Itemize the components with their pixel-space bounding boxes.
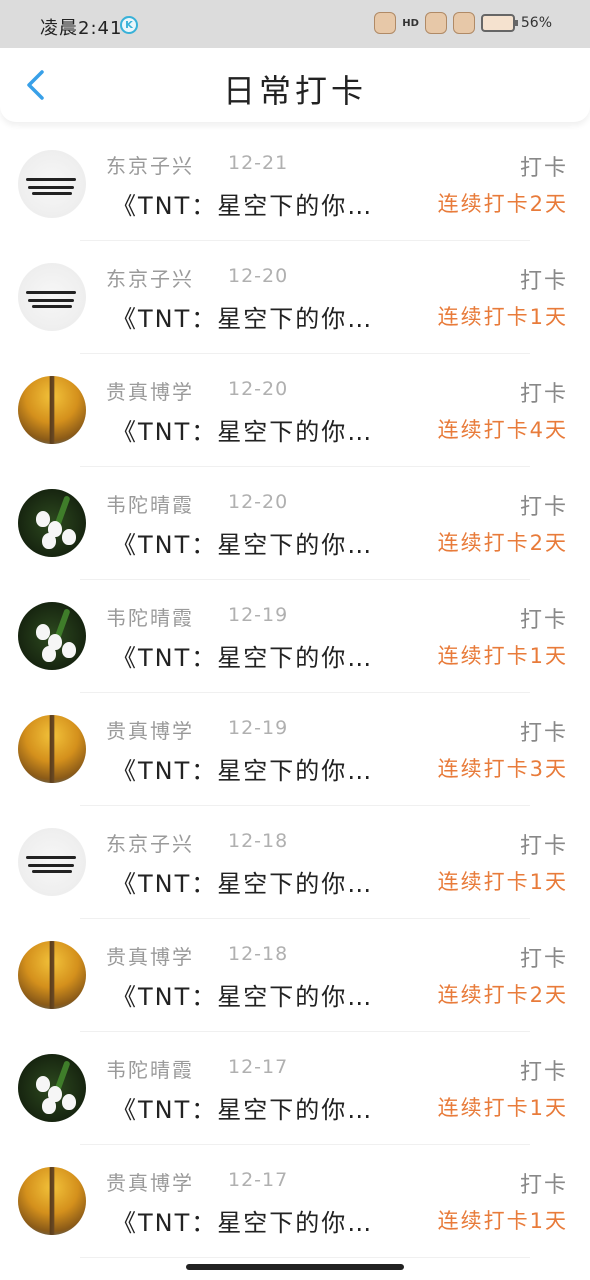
streak-label: 连续打卡1天: [437, 1096, 568, 1120]
user-name: 东京子兴: [106, 154, 194, 178]
checkin-content: 《TNT：星空下的你…: [112, 983, 374, 1011]
status-icons: HD 56%: [374, 12, 552, 34]
list-item[interactable]: 贵真博学 12-17 打卡《TNT：星空下的你… 连续打卡1天: [0, 1145, 590, 1258]
cat-sticker-icon: [374, 12, 397, 34]
user-name: 贵真博学: [106, 1171, 194, 1195]
checkin-date: 12-18: [228, 943, 289, 965]
checkin-date: 12-17: [228, 1169, 289, 1191]
checkin-date: 12-20: [228, 265, 289, 287]
list-item[interactable]: 贵真博学 12-20 打卡《TNT：星空下的你… 连续打卡4天: [0, 354, 590, 467]
home-indicator[interactable]: [186, 1264, 404, 1270]
hd-indicator: HD: [402, 17, 419, 29]
checkin-list: 东京子兴 12-21 打卡 《TNT：星空下的你… 连续打卡2天 东京子兴 12-20 打卡《…: [0, 128, 590, 1258]
checkin-type: 打卡: [519, 834, 568, 859]
streak-label: 连续打卡2天: [437, 983, 568, 1007]
avatar[interactable]: [18, 602, 86, 670]
checkin-date: 12-20: [228, 491, 289, 513]
checkin-content: 《TNT：星空下的你…: [112, 757, 374, 785]
header: 日常打卡: [0, 48, 590, 122]
signal-sticker-icon: [424, 12, 447, 34]
avatar[interactable]: [18, 489, 86, 557]
battery-percent: 56%: [520, 15, 552, 31]
checkin-type: 打卡: [519, 947, 568, 972]
avatar[interactable]: [18, 1167, 86, 1235]
list-item[interactable]: 东京子兴 12-20 打卡《TNT：星空下的你… 连续打卡1天: [0, 241, 590, 354]
user-name: 韦陀晴霞: [106, 606, 194, 630]
wifi-sticker-icon: [452, 12, 475, 34]
user-name: 韦陀晴霞: [106, 493, 194, 517]
checkin-date: 12-20: [228, 378, 289, 400]
user-name: 贵真博学: [106, 719, 194, 743]
streak-label: 连续打卡2天: [437, 192, 568, 216]
battery-icon: [480, 14, 518, 32]
checkin-type: 打卡: [519, 1060, 568, 1085]
status-bar: 凌晨2:41 K HD 56%: [0, 0, 590, 48]
avatar[interactable]: [18, 828, 86, 896]
checkin-content: 《TNT：星空下的你…: [112, 418, 374, 446]
page-title: 日常打卡: [222, 72, 367, 110]
checkin-content: 《TNT：星空下的你…: [112, 644, 374, 672]
checkin-type: 打卡: [519, 156, 568, 181]
checkin-date: 12-17: [228, 1056, 289, 1078]
checkin-date: 12-18: [228, 830, 289, 852]
list-item[interactable]: 韦陀晴霞 12-19 打卡《TNT：星空下的你… 连续打卡1天: [0, 580, 590, 693]
user-name: 贵真博学: [106, 945, 194, 969]
avatar[interactable]: [18, 376, 86, 444]
list-item[interactable]: 东京子兴 12-21 打卡《TNT：星空下的你… 连续打卡2天: [0, 128, 590, 241]
checkin-type: 打卡: [519, 721, 568, 746]
checkin-date: 12-19: [228, 604, 289, 626]
checkin-type: 打卡: [519, 382, 568, 407]
streak-label: 连续打卡1天: [437, 644, 568, 668]
avatar[interactable]: [18, 1054, 86, 1122]
app-notification-icon: K: [120, 16, 138, 34]
checkin-content: 《TNT：星空下的你…: [112, 870, 374, 898]
list-item[interactable]: 贵真博学 12-19 打卡《TNT：星空下的你… 连续打卡3天: [0, 693, 590, 806]
checkin-content: 《TNT：星空下的你…: [112, 1209, 374, 1237]
user-name: 韦陀晴霞: [106, 1058, 194, 1082]
checkin-date: 12-19: [228, 717, 289, 739]
checkin-type: 打卡: [519, 608, 568, 633]
streak-label: 连续打卡2天: [437, 531, 568, 555]
streak-label: 连续打卡3天: [437, 757, 568, 781]
streak-label: 连续打卡1天: [437, 1209, 568, 1233]
avatar[interactable]: [18, 150, 86, 218]
streak-label: 连续打卡1天: [437, 870, 568, 894]
checkin-content: 《TNT：星空下的你…: [112, 305, 374, 333]
list-item[interactable]: 贵真博学 12-18 打卡《TNT：星空下的你… 连续打卡2天: [0, 919, 590, 1032]
checkin-content: 《TNT：星空下的你…: [112, 1096, 374, 1124]
user-name: 贵真博学: [106, 380, 194, 404]
user-name: 东京子兴: [106, 832, 194, 856]
list-item[interactable]: 韦陀晴霞 12-17 打卡《TNT：星空下的你… 连续打卡1天: [0, 1032, 590, 1145]
checkin-type: 打卡: [519, 495, 568, 520]
list-item[interactable]: 韦陀晴霞 12-20 打卡《TNT：星空下的你… 连续打卡2天: [0, 467, 590, 580]
status-time: 凌晨2:41: [40, 18, 123, 39]
avatar[interactable]: [18, 715, 86, 783]
checkin-type: 打卡: [519, 269, 568, 294]
user-name: 东京子兴: [106, 267, 194, 291]
streak-label: 连续打卡4天: [437, 418, 568, 442]
avatar[interactable]: [18, 263, 86, 331]
streak-label: 连续打卡1天: [437, 305, 568, 329]
checkin-date: 12-21: [228, 152, 289, 174]
avatar[interactable]: [18, 941, 86, 1009]
list-item[interactable]: 东京子兴 12-18 打卡《TNT：星空下的你… 连续打卡1天: [0, 806, 590, 919]
checkin-content: 《TNT：星空下的你…: [112, 192, 374, 220]
checkin-type: 打卡: [519, 1173, 568, 1198]
checkin-content: 《TNT：星空下的你…: [112, 531, 374, 559]
